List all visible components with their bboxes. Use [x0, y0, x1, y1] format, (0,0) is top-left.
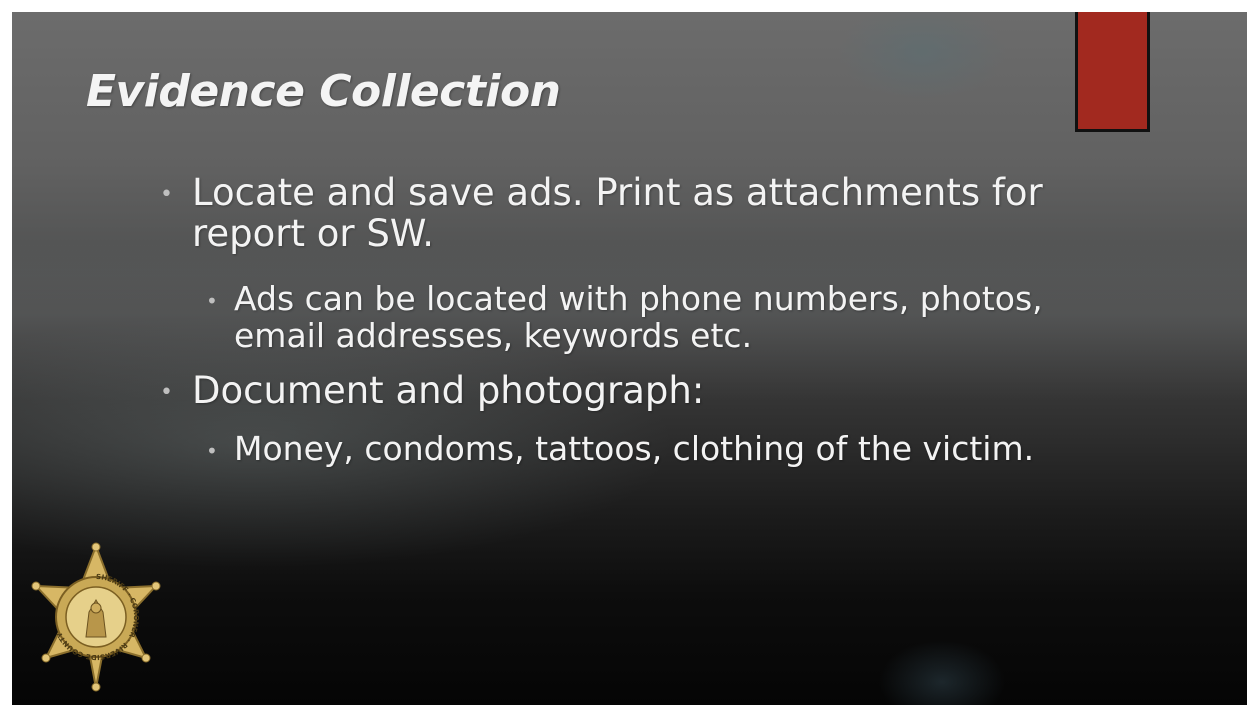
- bullet-list: • Locate and save ads. Print as attachme…: [12, 12, 1247, 705]
- bullet-item-level2: Ads can be located with phone numbers, p…: [234, 279, 1043, 355]
- slide-frame: Evidence Collection • Locate and save ad…: [0, 0, 1247, 707]
- presentation-slide: Evidence Collection • Locate and save ad…: [12, 12, 1247, 705]
- sheriff-star-badge-icon: SHERIFF · CORONER · RIVERSIDE COUNTY: [31, 542, 161, 692]
- bullet-dot-icon: •: [206, 289, 218, 313]
- bullet-item-level1: Locate and save ads. Print as attachment…: [192, 171, 1043, 255]
- bullet-dot-icon: •: [160, 380, 173, 405]
- bullet-dot-icon: •: [206, 439, 218, 463]
- bullet-dot-icon: •: [160, 182, 173, 207]
- bullet-item-level2: Money, condoms, tattoos, clothing of the…: [234, 429, 1035, 468]
- bullet-item-level1: Document and photograph:: [192, 369, 705, 412]
